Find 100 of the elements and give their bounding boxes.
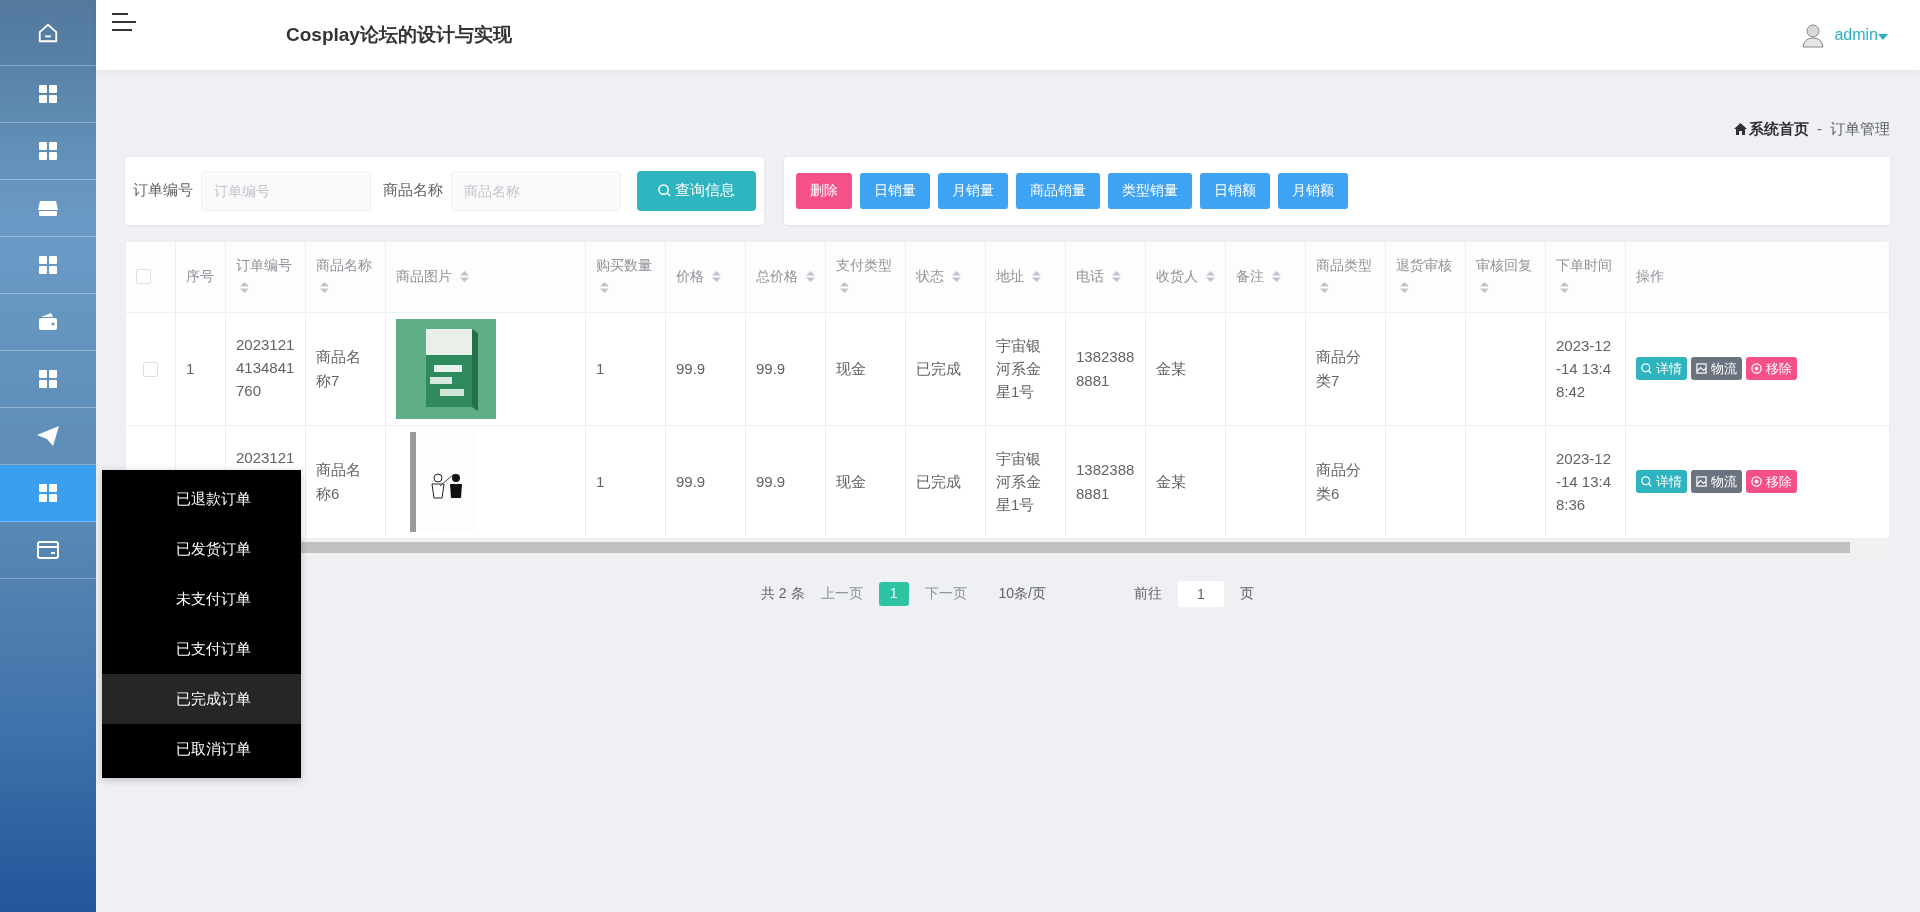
next-page-button[interactable]: 下一页: [924, 583, 967, 604]
column-header: 商品类型: [1316, 256, 1372, 273]
home-icon: [37, 21, 59, 44]
column-header: 总价格: [756, 267, 798, 284]
delete-button[interactable]: 删除: [796, 172, 852, 209]
page-size-select[interactable]: 10条/页: [998, 583, 1046, 604]
table-cell: 商品名称7: [305, 312, 386, 425]
breadcrumb-current: 订单管理: [1830, 119, 1890, 139]
stats-button[interactable]: 月销额: [1278, 172, 1348, 209]
stats-button[interactable]: 日销额: [1200, 172, 1270, 209]
logistics-button[interactable]: 物流: [1691, 357, 1742, 380]
sort-icon[interactable]: [1560, 281, 1569, 295]
table-cell: 宇宙银河系金星1号: [985, 312, 1066, 425]
table-cell: 2023-12-14 13:48:42: [1545, 312, 1626, 425]
table-cell: 20231214134841760: [225, 312, 306, 425]
table-cell: 99.9: [665, 425, 746, 538]
search-field[interactable]: 商品名称: [451, 170, 621, 211]
sort-icon[interactable]: [459, 270, 469, 284]
menu-item[interactable]: 未支付订单: [102, 574, 301, 624]
column-header: 价格: [676, 267, 704, 284]
sort-icon[interactable]: [1205, 270, 1215, 284]
column-header: 审核回复: [1476, 256, 1532, 273]
sort-icon[interactable]: [840, 281, 849, 295]
sort-icon[interactable]: [320, 281, 329, 295]
stats-button[interactable]: 商品销量: [1016, 172, 1100, 209]
grid-icon: [39, 256, 57, 274]
user-name[interactable]: admin: [1834, 23, 1888, 47]
breadcrumb-link[interactable]: 系统首页: [1749, 118, 1809, 141]
column-header: 下单时间: [1556, 256, 1612, 273]
paper-plane-icon: [37, 426, 59, 446]
total-count: 共 2 条: [760, 584, 805, 603]
details-button[interactable]: 详情: [1636, 470, 1687, 493]
breadcrumb-separator: -: [1817, 119, 1822, 139]
sort-icon[interactable]: [951, 270, 961, 284]
table-cell: 现金: [825, 312, 906, 425]
details-button[interactable]: 详情: [1636, 357, 1687, 380]
close-circle-icon: [1751, 476, 1762, 487]
table-cell: 商品分类7: [1305, 312, 1386, 425]
avatar-icon[interactable]: [1800, 22, 1827, 48]
table-cell: 99.9: [745, 425, 826, 538]
grid-icon: [39, 484, 57, 502]
sort-icon[interactable]: [1320, 281, 1329, 295]
table-cell: 商品名称6: [305, 425, 386, 538]
search-icon: [1641, 363, 1652, 374]
sort-icon[interactable]: [240, 281, 249, 295]
column-header: 商品图片: [396, 267, 452, 284]
table-cell: 宇宙银河系金星1号: [985, 425, 1066, 538]
goto-label: 前往: [1134, 584, 1162, 603]
sort-icon[interactable]: [1480, 281, 1489, 295]
sort-icon[interactable]: [711, 270, 721, 284]
table-cell: 2023-12-14 13:48:36: [1545, 425, 1626, 538]
table-cell: 现金: [825, 425, 906, 538]
table-cell: 已完成: [905, 425, 986, 538]
column-header: 备注: [1236, 267, 1264, 284]
sort-icon[interactable]: [805, 270, 815, 284]
sidebar-item[interactable]: [0, 465, 96, 522]
checkbox[interactable]: [143, 362, 158, 378]
column-header: 操作: [1636, 267, 1664, 284]
checkbox[interactable]: [136, 269, 151, 285]
home-icon: [1734, 123, 1747, 136]
table-cell: 1: [175, 312, 226, 425]
wallet-icon: [38, 313, 58, 331]
search-button[interactable]: 查询信息: [637, 170, 756, 211]
close-circle-icon: [1751, 363, 1762, 374]
column-header: 订单编号: [236, 256, 292, 273]
search-icon: [658, 184, 671, 197]
grid-icon: [39, 85, 57, 103]
page-input[interactable]: 1: [1178, 580, 1224, 607]
app-title: Cosplay论坛的设计与实现: [286, 22, 512, 47]
page-button[interactable]: 1: [878, 581, 909, 606]
column-header: 状态: [916, 267, 944, 284]
menu-item[interactable]: 已支付订单: [102, 624, 301, 674]
sort-icon[interactable]: [1400, 281, 1409, 295]
stats-button[interactable]: 月销量: [938, 172, 1008, 209]
table-cell: 金某: [1145, 425, 1226, 538]
sort-icon[interactable]: [1271, 270, 1281, 284]
image-icon: [1696, 363, 1707, 374]
column-header: 支付类型: [836, 256, 892, 273]
stats-button[interactable]: 类型销量: [1108, 172, 1192, 209]
menu-icon[interactable]: [112, 12, 136, 32]
prev-page-button[interactable]: 上一页: [820, 583, 863, 604]
sort-icon[interactable]: [1031, 270, 1041, 284]
menu-item[interactable]: 已取消订单: [102, 724, 301, 774]
sort-icon[interactable]: [1111, 270, 1121, 284]
remove-button[interactable]: 移除: [1746, 470, 1797, 493]
column-header: 收货人: [1156, 267, 1198, 284]
search-icon: [1641, 476, 1652, 487]
grid-icon: [39, 370, 57, 388]
column-header: 地址: [996, 267, 1024, 284]
column-header: 电话: [1076, 267, 1104, 284]
field-label: 订单编号: [133, 180, 193, 201]
sort-icon[interactable]: [600, 281, 609, 295]
remove-button[interactable]: 移除: [1746, 357, 1797, 380]
tray-icon: [38, 199, 58, 217]
column-header: 退货审核: [1396, 256, 1452, 273]
logistics-button[interactable]: 物流: [1691, 470, 1742, 493]
column-header: 序号: [186, 267, 214, 284]
menu-item[interactable]: 已完成订单: [102, 674, 301, 724]
stats-button[interactable]: 日销量: [860, 172, 930, 209]
table-cell: 13823888881: [1065, 312, 1146, 425]
